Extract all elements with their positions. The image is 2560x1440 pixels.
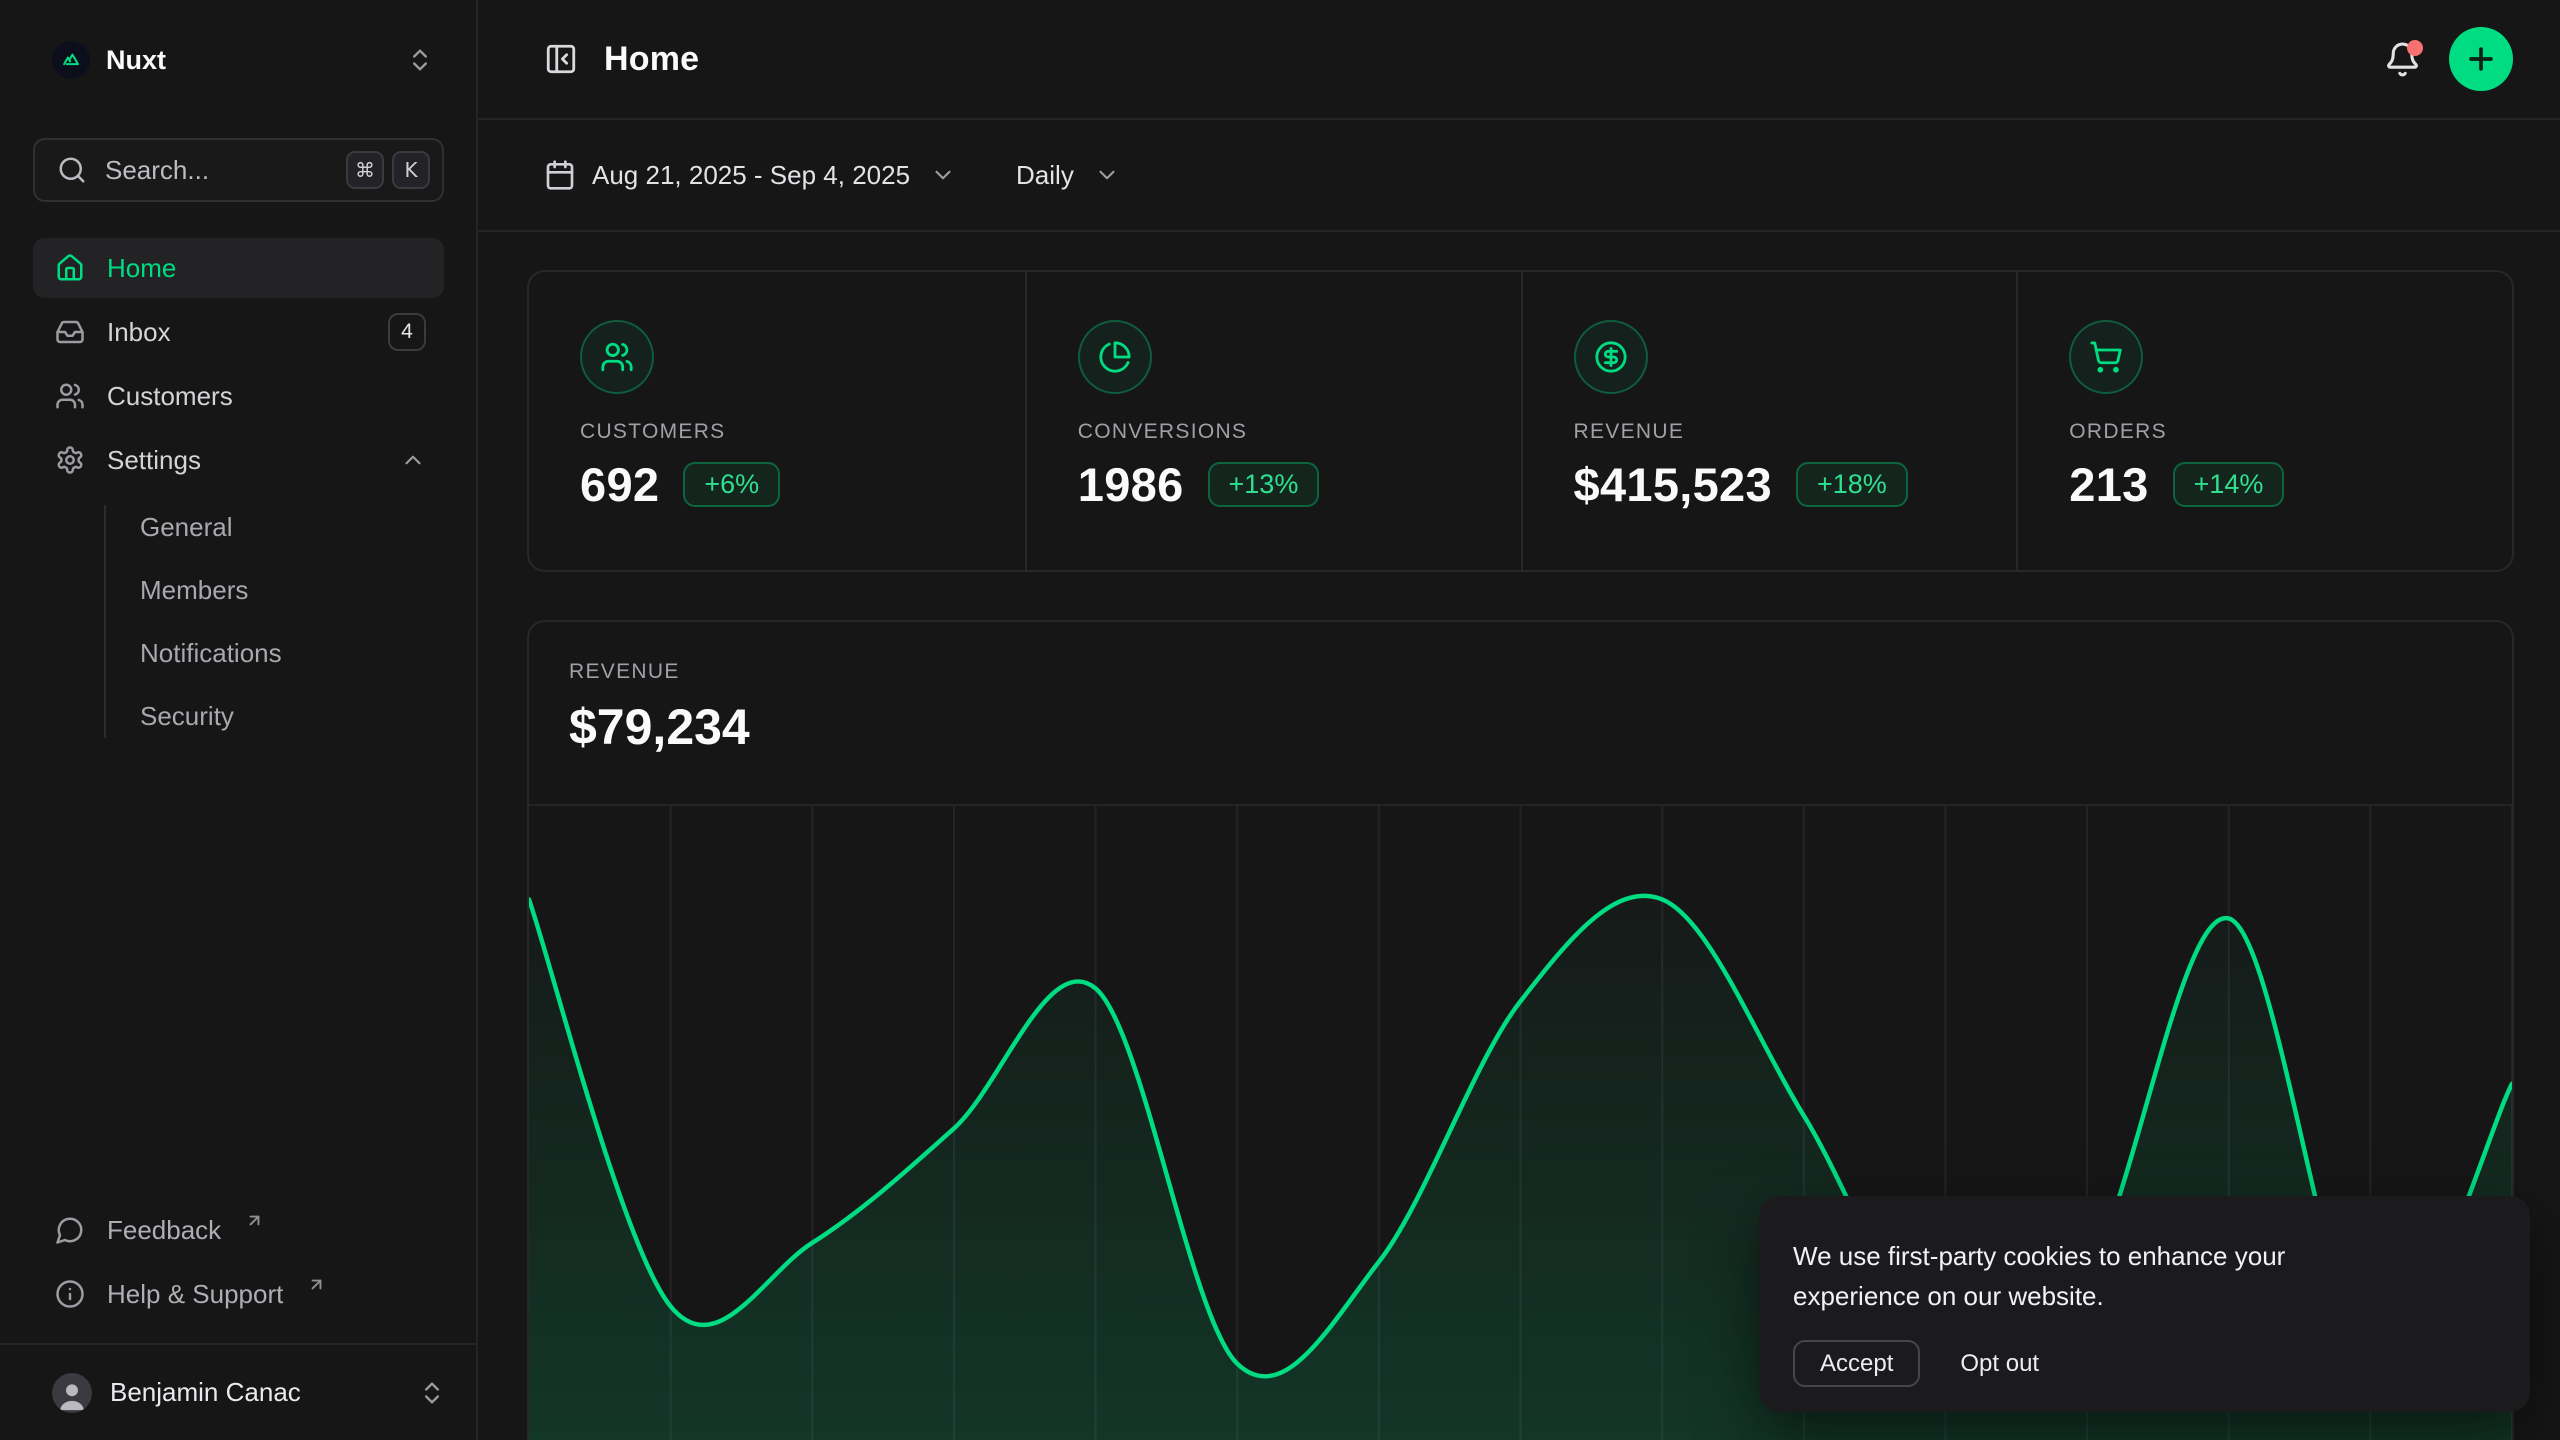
- house-icon: [55, 253, 85, 283]
- revenue-panel-header: REVENUE $79,234: [529, 622, 2512, 756]
- date-range-label: Aug 21, 2025 - Sep 4, 2025: [592, 160, 910, 191]
- accept-cookies-button[interactable]: Accept: [1793, 1340, 1920, 1387]
- external-link-icon: [307, 1275, 326, 1294]
- stat-card-orders: ORDERS 213 +14%: [2016, 272, 2512, 570]
- stat-label: REVENUE: [1574, 420, 1977, 444]
- stat-delta-badge: +6%: [683, 462, 780, 507]
- info-circle-icon: [55, 1279, 85, 1309]
- sub-item-label: General: [140, 512, 233, 543]
- sidebar-item-settings[interactable]: Settings: [33, 430, 444, 490]
- sidebar-item-home[interactable]: Home: [33, 238, 444, 298]
- calendar-icon: [544, 159, 576, 191]
- sidebar-item-label: Home: [107, 253, 176, 284]
- cookie-message: We use first-party cookies to enhance yo…: [1793, 1236, 2413, 1316]
- sidebar-item-security[interactable]: Security: [66, 686, 412, 746]
- search-kbd-hints: ⌘ K: [346, 151, 430, 189]
- link-label: Help & Support: [107, 1279, 283, 1310]
- settings-subnav: General Members Notifications Security: [66, 497, 412, 746]
- sidebar-nav: Home Inbox 4 Customers Settings: [33, 238, 444, 746]
- topbar: Home: [478, 0, 2560, 120]
- sidebar: Nuxt Search... ⌘ K Home: [0, 0, 478, 1440]
- subnav-guide-line: [104, 505, 106, 738]
- plus-icon: [2464, 42, 2498, 76]
- sidebar-item-inbox[interactable]: Inbox 4: [33, 302, 444, 362]
- sidebar-item-label: Customers: [107, 381, 233, 412]
- stat-value: 692: [580, 457, 659, 512]
- stat-card-customers: CUSTOMERS 692 +6%: [529, 272, 1025, 570]
- inbox-icon: [55, 317, 85, 347]
- sub-item-label: Security: [140, 701, 234, 732]
- link-label: Feedback: [107, 1215, 221, 1246]
- stat-delta-badge: +18%: [1796, 462, 1908, 507]
- sidebar-item-label: Settings: [107, 445, 201, 476]
- revenue-total: $79,234: [569, 698, 2472, 756]
- workspace-name: Nuxt: [106, 45, 166, 76]
- nuxt-logo-icon: [52, 41, 90, 79]
- sidebar-item-general[interactable]: General: [66, 497, 412, 557]
- sidebar-item-label: Inbox: [107, 317, 171, 348]
- user-name: Benjamin Canac: [110, 1377, 301, 1408]
- cart-icon: [2069, 320, 2143, 394]
- filter-bar: Aug 21, 2025 - Sep 4, 2025 Daily: [478, 120, 2560, 232]
- stat-delta-badge: +13%: [1208, 462, 1320, 507]
- stat-label: CUSTOMERS: [580, 420, 985, 444]
- sidebar-item-members[interactable]: Members: [66, 560, 412, 620]
- user-menu[interactable]: Benjamin Canac: [0, 1343, 476, 1440]
- stat-value: 213: [2069, 457, 2148, 512]
- dollar-circle-icon: [1574, 320, 1648, 394]
- cookie-actions: Accept Opt out: [1793, 1340, 2490, 1387]
- sidebar-footer-links: Feedback Help & Support: [33, 1201, 444, 1323]
- search-input[interactable]: Search... ⌘ K: [33, 138, 444, 202]
- sidebar-item-customers[interactable]: Customers: [33, 366, 444, 426]
- gear-icon: [55, 445, 85, 475]
- workspace-selector[interactable]: Nuxt: [33, 28, 444, 92]
- cookie-banner: We use first-party cookies to enhance yo…: [1759, 1196, 2530, 1412]
- topbar-actions: [2384, 27, 2513, 91]
- users-icon: [580, 320, 654, 394]
- sub-item-label: Members: [140, 575, 248, 606]
- stat-value: $415,523: [1574, 457, 1772, 512]
- external-link-icon: [245, 1211, 264, 1230]
- kbd-k: K: [392, 151, 430, 189]
- stat-card-conversions: CONVERSIONS 1986 +13%: [1025, 272, 1521, 570]
- stat-delta-badge: +14%: [2173, 462, 2285, 507]
- notification-dot: [2407, 40, 2423, 56]
- stats-grid: CUSTOMERS 692 +6% CONVERSIONS 1986 +13%: [527, 270, 2514, 572]
- stat-card-revenue: REVENUE $415,523 +18%: [1521, 272, 2017, 570]
- search-icon: [57, 155, 87, 185]
- inbox-count-badge: 4: [388, 313, 426, 351]
- granularity-label: Daily: [1016, 160, 1074, 191]
- sub-item-label: Notifications: [140, 638, 282, 669]
- search-placeholder: Search...: [105, 155, 209, 186]
- granularity-select[interactable]: Daily: [1016, 160, 1120, 191]
- help-support-link[interactable]: Help & Support: [33, 1265, 444, 1323]
- stat-label: ORDERS: [2069, 420, 2472, 444]
- chevron-down-icon: [1094, 162, 1120, 188]
- panel-left-close-icon: [544, 42, 578, 76]
- chevrons-up-down-icon: [418, 1379, 446, 1407]
- chevron-up-icon: [400, 447, 426, 473]
- date-range-picker[interactable]: Aug 21, 2025 - Sep 4, 2025: [544, 159, 956, 191]
- optout-cookies-button[interactable]: Opt out: [1960, 1350, 2039, 1378]
- chevron-down-icon: [930, 162, 956, 188]
- chat-bubble-icon: [55, 1215, 85, 1245]
- revenue-label: REVENUE: [569, 660, 2472, 684]
- stat-label: CONVERSIONS: [1078, 420, 1481, 444]
- pie-chart-icon: [1078, 320, 1152, 394]
- add-button[interactable]: [2449, 27, 2513, 91]
- collapse-sidebar-button[interactable]: [544, 42, 578, 76]
- feedback-link[interactable]: Feedback: [33, 1201, 444, 1259]
- chevrons-up-down-icon: [406, 46, 434, 74]
- avatar: [52, 1373, 92, 1413]
- stat-value: 1986: [1078, 457, 1184, 512]
- page-title: Home: [604, 40, 699, 79]
- kbd-cmd: ⌘: [346, 151, 384, 189]
- notifications-button[interactable]: [2384, 41, 2421, 78]
- sidebar-spacer: [0, 746, 476, 1201]
- sidebar-item-notifications[interactable]: Notifications: [66, 623, 412, 683]
- users-icon: [55, 381, 85, 411]
